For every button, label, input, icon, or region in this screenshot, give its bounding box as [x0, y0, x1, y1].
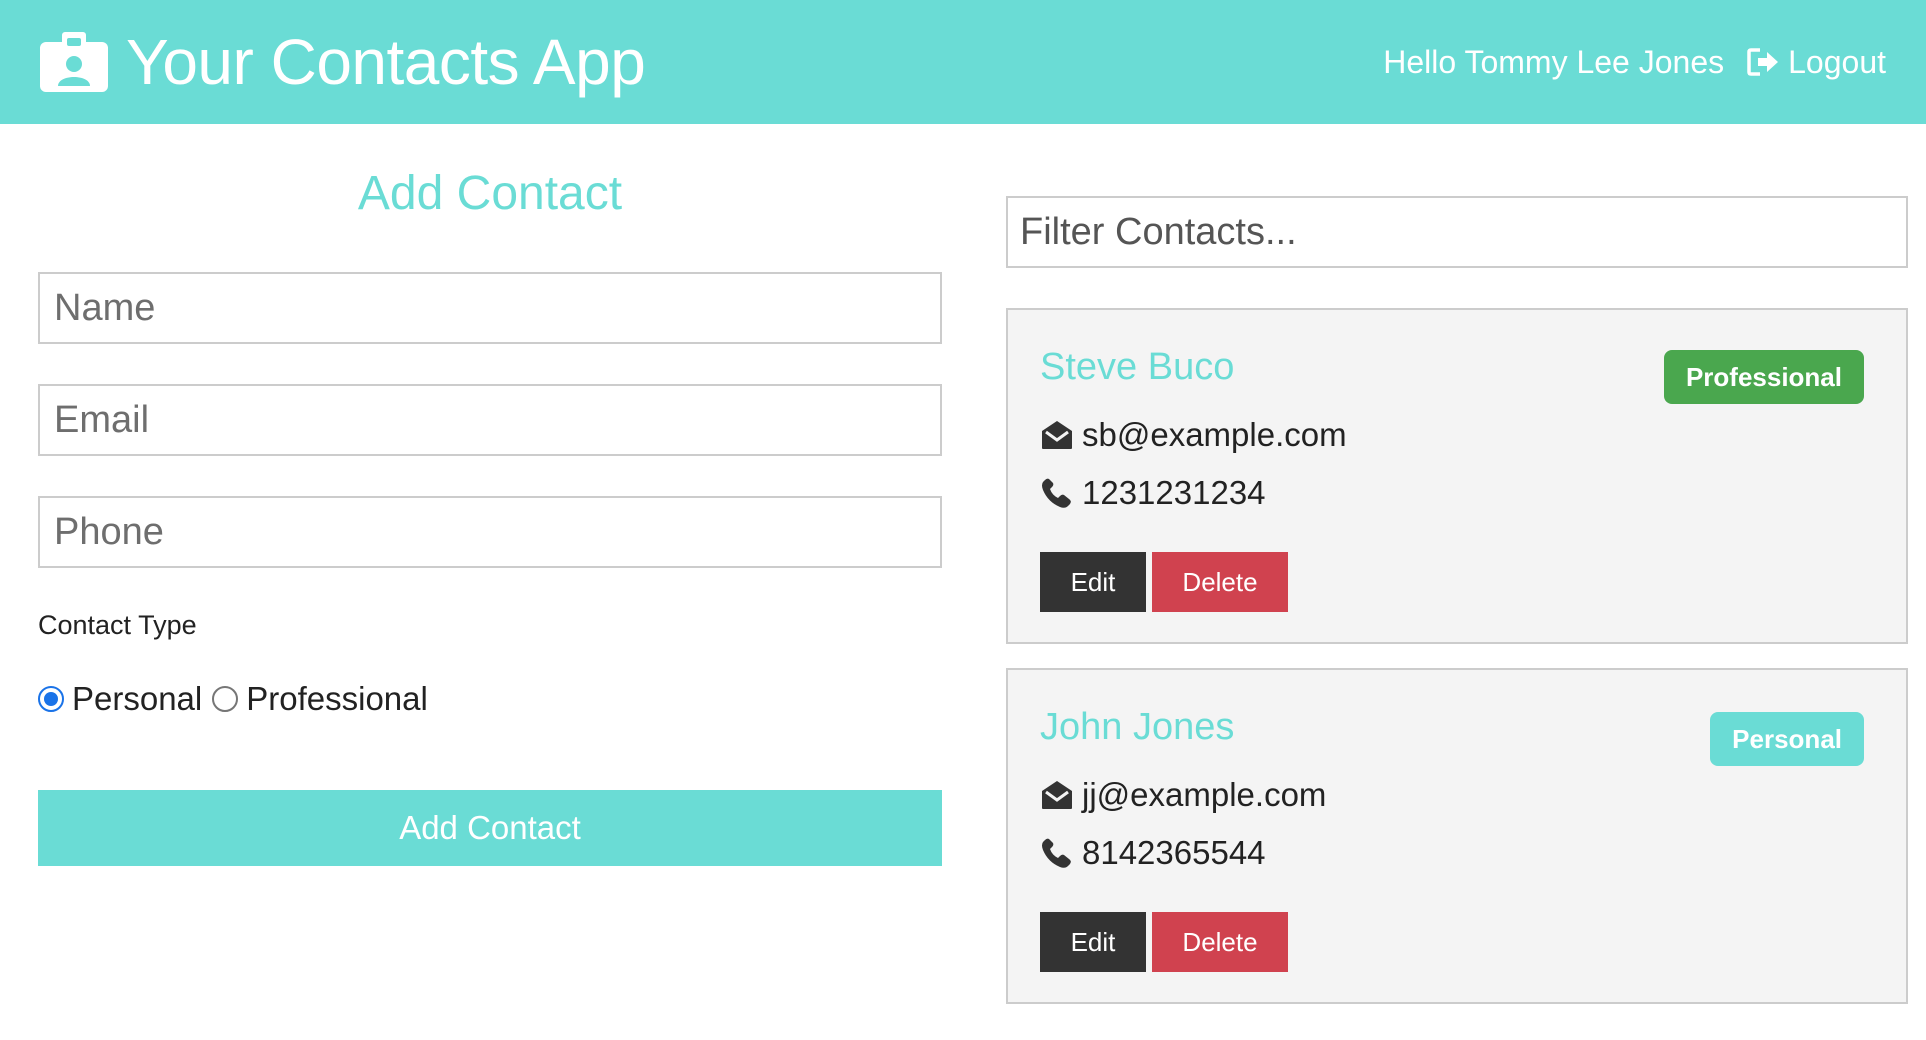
envelope-open-icon [1042, 781, 1072, 809]
edit-button[interactable]: Edit [1040, 552, 1146, 612]
personal-radio[interactable] [38, 686, 64, 712]
sign-out-icon [1747, 48, 1779, 76]
contact-type-options: Personal Professional [38, 680, 438, 718]
contact-type-badge: Personal [1710, 712, 1864, 766]
contact-phone: 1231231234 [1082, 474, 1266, 511]
app-title: Your Contacts App [126, 26, 646, 98]
user-greeting: Hello Tommy Lee Jones [1383, 43, 1725, 80]
professional-radio-label[interactable]: Professional [246, 680, 428, 718]
brand: Your Contacts App [38, 25, 646, 99]
contact-phone: 8142365544 [1082, 834, 1266, 871]
phone-input[interactable] [38, 496, 942, 568]
logout-link[interactable]: Logout [1746, 44, 1886, 81]
contact-card: John Jones Personal jj@example.com 81423… [1006, 668, 1908, 1004]
id-badge-icon [40, 32, 108, 92]
contact-email: jj@example.com [1082, 776, 1327, 813]
contact-email: sb@example.com [1082, 416, 1347, 453]
delete-button[interactable]: Delete [1152, 912, 1288, 972]
professional-radio[interactable] [212, 686, 239, 712]
contact-type-badge: Professional [1663, 350, 1864, 404]
add-contact-button[interactable]: Add Contact [38, 790, 942, 866]
contact-name: John Jones [1040, 706, 1235, 748]
navbar: Your Contacts App Hello Tommy Lee Jones … [0, 0, 1926, 124]
email-input[interactable] [38, 384, 942, 456]
contact-name: Steve Buco [1040, 346, 1235, 388]
contact-type-label: Contact Type [38, 610, 197, 640]
phone-icon [1042, 838, 1071, 868]
personal-radio-label[interactable]: Personal [72, 680, 202, 718]
contact-card: Steve Buco Professional sb@example.com 1… [1006, 308, 1908, 644]
nav-user-area: Hello Tommy Lee Jones Logout [1383, 44, 1886, 81]
phone-icon [1042, 478, 1071, 508]
contact-phone-row: 8142365544 [1040, 834, 1266, 872]
edit-button[interactable]: Edit [1040, 912, 1146, 972]
form-title: Add Contact [357, 167, 623, 220]
contact-email-row: sb@example.com [1040, 416, 1347, 454]
delete-button[interactable]: Delete [1152, 552, 1288, 612]
filter-input[interactable] [1006, 196, 1908, 268]
name-input[interactable] [38, 272, 942, 344]
logout-label: Logout [1788, 43, 1886, 80]
contact-email-row: jj@example.com [1040, 776, 1326, 814]
contact-phone-row: 1231231234 [1040, 474, 1266, 512]
envelope-open-icon [1042, 421, 1072, 449]
